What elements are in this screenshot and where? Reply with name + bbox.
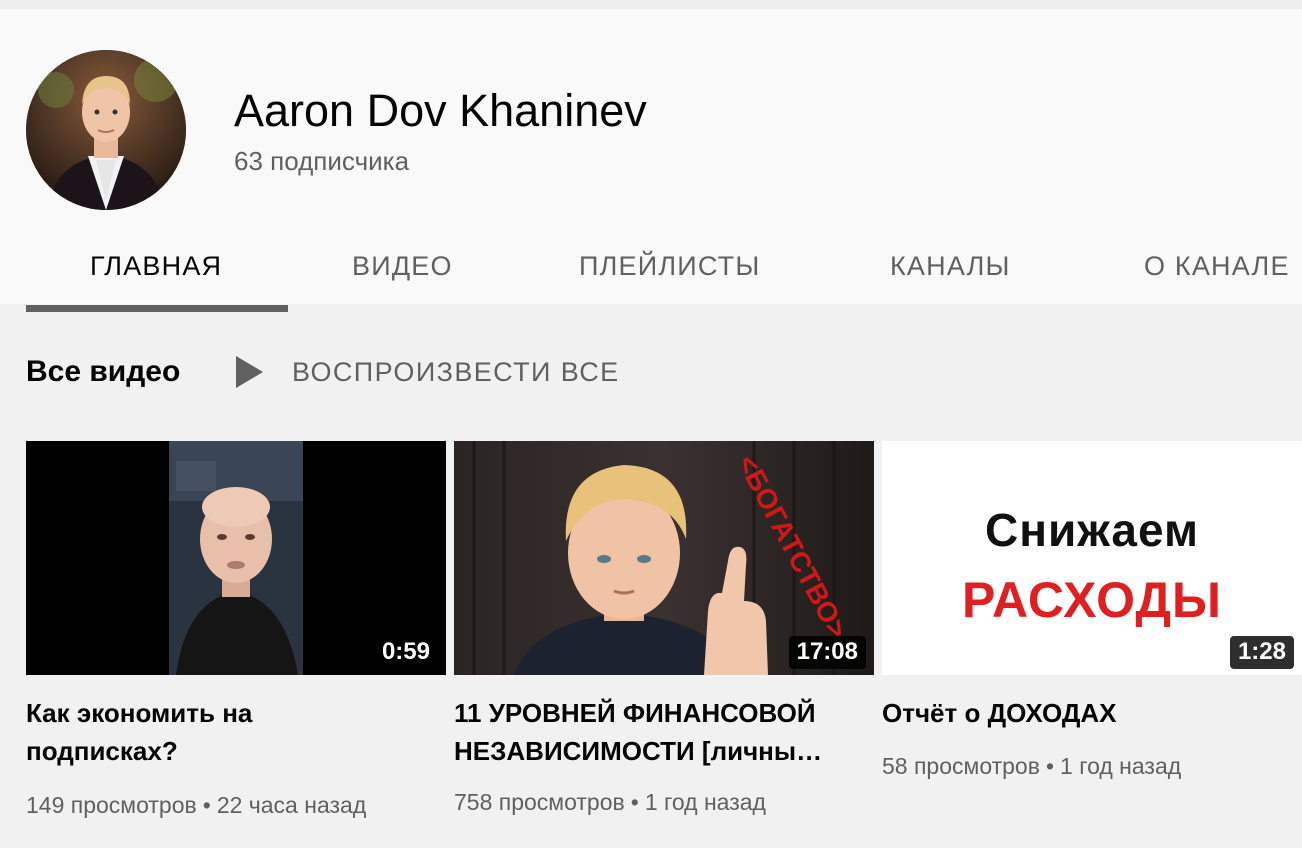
tab-videos[interactable]: ВИДЕО [352, 239, 453, 313]
view-count: 758 просмотров [454, 789, 625, 815]
upload-age: 22 часа назад [216, 792, 367, 818]
channel-name: Aaron Dov Khaninev [234, 85, 647, 136]
video-title[interactable]: Как экономить на подписках? [26, 694, 406, 770]
video-meta: 758 просмотров • 1 год назад [454, 788, 766, 816]
subscriber-count: 63 подписчика [234, 146, 410, 176]
video-duration: 1:28 [1229, 636, 1294, 669]
tab-label: КАНАЛЫ [890, 251, 1011, 281]
channel-tabs: ГЛАВНАЯ ВИДЕО ПЛЕЙЛИСТЫ КАНАЛЫ О КАНАЛЕ [0, 239, 1302, 313]
video-card[interactable]: <БОГАТСТВО> 17:08 11 УРОВНЕЙ ФИНАНСОВОЙ … [454, 441, 874, 815]
play-all-button[interactable]: ВОСПРОИЗВЕСТИ ВСЕ [236, 352, 620, 392]
avatar-photo [26, 50, 186, 210]
tab-about[interactable]: О КАНАЛЕ [1144, 239, 1290, 313]
thumbnail-text-line1: Снижаем [984, 504, 1200, 556]
video-title[interactable]: Отчёт о ДОХОДАХ [882, 694, 1262, 732]
video-title[interactable]: 11 УРОВНЕЙ ФИНАНСОВОЙ НЕЗАВИСИМОСТИ [лич… [454, 694, 834, 770]
video-duration: 0:59 [373, 636, 438, 669]
section-title[interactable]: Все видео [26, 355, 180, 389]
thumbnail-text-line2: РАСХОДЫ [962, 572, 1222, 628]
meta-separator: • [1045, 753, 1055, 779]
channel-avatar[interactable] [26, 50, 186, 210]
tab-channels[interactable]: КАНАЛЫ [890, 239, 1011, 313]
video-meta: 149 просмотров • 22 часа назад [26, 791, 366, 819]
upload-age: 1 год назад [644, 789, 766, 815]
tab-label: ВИДЕО [352, 251, 453, 281]
play-icon [236, 356, 263, 388]
active-tab-indicator [26, 305, 288, 312]
meta-separator: • [630, 789, 639, 815]
tab-label: ПЛЕЙЛИСТЫ [579, 251, 761, 281]
video-card[interactable]: Снижаем РАСХОДЫ 1:28 Отчёт о ДОХОДАХ 58 … [882, 441, 1302, 779]
video-thumbnail[interactable]: 0:59 [26, 441, 446, 675]
tab-label: О КАНАЛЕ [1144, 251, 1290, 281]
play-all-label: ВОСПРОИЗВЕСТИ ВСЕ [292, 356, 620, 387]
video-meta: 58 просмотров • 1 год назад [882, 752, 1181, 780]
view-count: 149 просмотров [26, 792, 197, 818]
video-card[interactable]: 0:59 Как экономить на подписках? 149 про… [26, 441, 446, 818]
top-bar [0, 0, 1302, 9]
tab-label: ГЛАВНАЯ [90, 251, 223, 281]
upload-age: 1 год назад [1060, 753, 1182, 779]
view-count: 58 просмотров [882, 753, 1040, 779]
meta-separator: • [202, 792, 211, 818]
tab-playlists[interactable]: ПЛЕЙЛИСТЫ [579, 239, 760, 313]
video-duration: 17:08 [788, 636, 866, 669]
video-thumbnail[interactable]: <БОГАТСТВО> 17:08 [454, 441, 874, 675]
video-thumbnail[interactable]: Снижаем РАСХОДЫ 1:28 [882, 441, 1302, 675]
channel-header: Aaron Dov Khaninev 63 подписчика ГЛАВНАЯ… [0, 9, 1302, 312]
tab-home[interactable]: ГЛАВНАЯ [90, 239, 222, 313]
